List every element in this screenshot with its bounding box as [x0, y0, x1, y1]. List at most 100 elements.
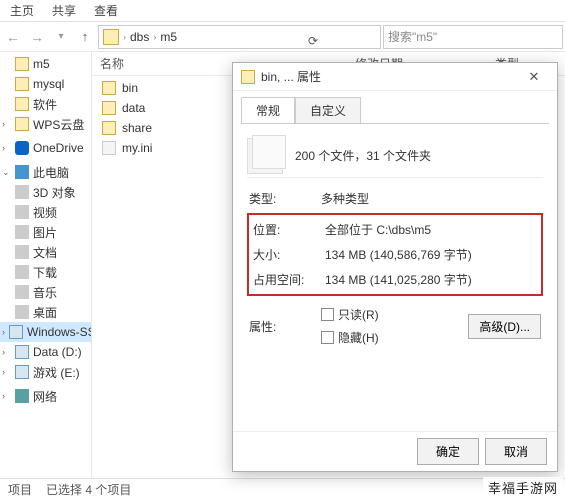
up-button[interactable]: ↑ — [74, 26, 96, 48]
tab-view[interactable]: 查看 — [94, 2, 118, 19]
tab-general[interactable]: 常规 — [241, 97, 295, 123]
hidden-label: 隐藏(H) — [338, 329, 379, 346]
row-size-on-disk: 占用空间: 134 MB (141,025,280 字节) — [251, 267, 539, 292]
tree-item-drive-d[interactable]: › Data (D:) — [0, 342, 91, 362]
forward-button[interactable]: → — [26, 26, 48, 48]
dialog-buttons: 确定 取消 — [233, 431, 557, 471]
tree-item-m5[interactable]: m5 — [0, 54, 91, 74]
tree-label: m5 — [33, 57, 50, 71]
breadcrumb[interactable]: › dbs › m5 — [98, 25, 381, 49]
summary-text: 200 个文件，31 个文件夹 — [295, 147, 431, 164]
folder-icon — [15, 205, 29, 219]
pc-icon — [15, 165, 29, 179]
folder-icon — [15, 185, 29, 199]
tree-label: Windows-SSD (C — [27, 325, 92, 339]
file-name: share — [122, 121, 152, 135]
tree-label: 游戏 (E:) — [33, 364, 80, 381]
advanced-button[interactable]: 高级(D)... — [468, 314, 541, 339]
folder-icon — [102, 121, 116, 135]
file-icon — [102, 141, 116, 155]
tree-label: WPS云盘 — [33, 116, 84, 133]
tree-item-desktop[interactable]: 桌面 — [0, 302, 91, 322]
cancel-button[interactable]: 取消 — [485, 438, 547, 465]
file-name: my.ini — [122, 141, 152, 155]
folder-icon — [15, 117, 29, 131]
caret-icon: › — [2, 327, 5, 337]
drive-icon — [15, 345, 29, 359]
tree-item-drive-c[interactable]: › Windows-SSD (C — [0, 322, 91, 342]
onedrive-icon — [15, 141, 29, 155]
folder-icon — [103, 29, 119, 45]
tree-item-network[interactable]: › 网络 — [0, 386, 91, 406]
folder-icon — [15, 77, 29, 91]
folder-icon — [102, 81, 116, 95]
location-label: 位置: — [253, 221, 317, 238]
tree-item-music[interactable]: 音乐 — [0, 282, 91, 302]
tree-label: 此电脑 — [33, 164, 69, 181]
dialog-body: 200 个文件，31 个文件夹 类型: 多种类型 位置: 全部位于 C:\dbs… — [241, 123, 549, 431]
readonly-checkbox[interactable]: 只读(R) — [321, 306, 379, 323]
highlight-box: 位置: 全部位于 C:\dbs\m5 大小: 134 MB (140,586,7… — [247, 213, 543, 296]
refresh-button[interactable]: ⟳ — [301, 29, 325, 53]
nav-tree: m5 mysql 软件 › WPS云盘 › OneDrive ⌄ 此电脑 3D … — [0, 52, 92, 478]
row-location: 位置: 全部位于 C:\dbs\m5 — [251, 217, 539, 242]
tree-item-3dobjects[interactable]: 3D 对象 — [0, 182, 91, 202]
tree-label: 网络 — [33, 388, 57, 405]
caret-icon: › — [2, 391, 11, 401]
folder-icon — [241, 70, 255, 84]
tree-label: 音乐 — [33, 284, 57, 301]
tab-share[interactable]: 共享 — [52, 2, 76, 19]
drive-icon — [9, 325, 23, 339]
tab-custom[interactable]: 自定义 — [295, 97, 361, 123]
tree-item-wpscloud[interactable]: › WPS云盘 — [0, 114, 91, 134]
file-name: bin — [122, 81, 138, 95]
breadcrumb-seg-m5[interactable]: m5 — [160, 30, 177, 44]
row-type: 类型: 多种类型 — [247, 186, 543, 211]
folder-icon — [15, 225, 29, 239]
folder-icon — [102, 101, 116, 115]
tree-item-drive-e[interactable]: › 游戏 (E:) — [0, 362, 91, 382]
tree-item-pictures[interactable]: 图片 — [0, 222, 91, 242]
type-label: 类型: — [249, 190, 313, 207]
caret-icon: › — [2, 119, 11, 129]
status-selected: 已选择 4 个项目 — [46, 481, 131, 498]
properties-dialog: bin, ... 属性 ✕ 常规 自定义 200 个文件，31 个文件夹 类型:… — [232, 62, 558, 472]
tree-label: mysql — [33, 77, 64, 91]
row-attributes: 属性: 只读(R) 隐藏(H) 高级(D)... — [247, 304, 543, 348]
breadcrumb-seg-dbs[interactable]: dbs — [130, 30, 149, 44]
file-name: data — [122, 101, 145, 115]
tree-label: Data (D:) — [33, 345, 82, 359]
ok-button[interactable]: 确定 — [417, 438, 479, 465]
size-on-disk-value: 134 MB (141,025,280 字节) — [325, 271, 537, 288]
tree-item-onedrive[interactable]: › OneDrive — [0, 138, 91, 158]
caret-icon: › — [2, 347, 11, 357]
drive-icon — [15, 365, 29, 379]
attributes-label: 属性: — [249, 318, 313, 335]
dialog-titlebar[interactable]: bin, ... 属性 ✕ — [233, 63, 557, 91]
tree-item-software[interactable]: 软件 — [0, 94, 91, 114]
tree-item-mysql[interactable]: mysql — [0, 74, 91, 94]
folder-icon — [15, 245, 29, 259]
folder-icon — [15, 285, 29, 299]
tree-item-videos[interactable]: 视频 — [0, 202, 91, 222]
files-stack-icon — [247, 138, 283, 174]
tree-item-thispc[interactable]: ⌄ 此电脑 — [0, 162, 91, 182]
tree-item-documents[interactable]: 文档 — [0, 242, 91, 262]
history-dropdown[interactable]: ▾ — [50, 26, 72, 48]
tree-label: 3D 对象 — [33, 184, 76, 201]
tree-item-downloads[interactable]: 下载 — [0, 262, 91, 282]
location-value: 全部位于 C:\dbs\m5 — [325, 221, 537, 238]
search-placeholder: 搜索"m5" — [388, 28, 437, 45]
hidden-checkbox[interactable]: 隐藏(H) — [321, 329, 379, 346]
caret-icon: › — [2, 143, 11, 153]
status-bar: 项目 已选择 4 个项目 — [0, 478, 565, 500]
tab-home[interactable]: 主页 — [10, 2, 34, 19]
close-button[interactable]: ✕ — [519, 67, 549, 87]
search-input[interactable]: 搜索"m5" — [383, 25, 563, 49]
tree-label: OneDrive — [33, 141, 84, 155]
back-button[interactable]: ← — [2, 26, 24, 48]
folder-icon — [15, 97, 29, 111]
caret-icon: › — [2, 367, 11, 377]
type-value: 多种类型 — [321, 190, 541, 207]
address-bar: ← → ▾ ↑ › dbs › m5 ⟳ 搜索"m5" — [0, 22, 565, 52]
